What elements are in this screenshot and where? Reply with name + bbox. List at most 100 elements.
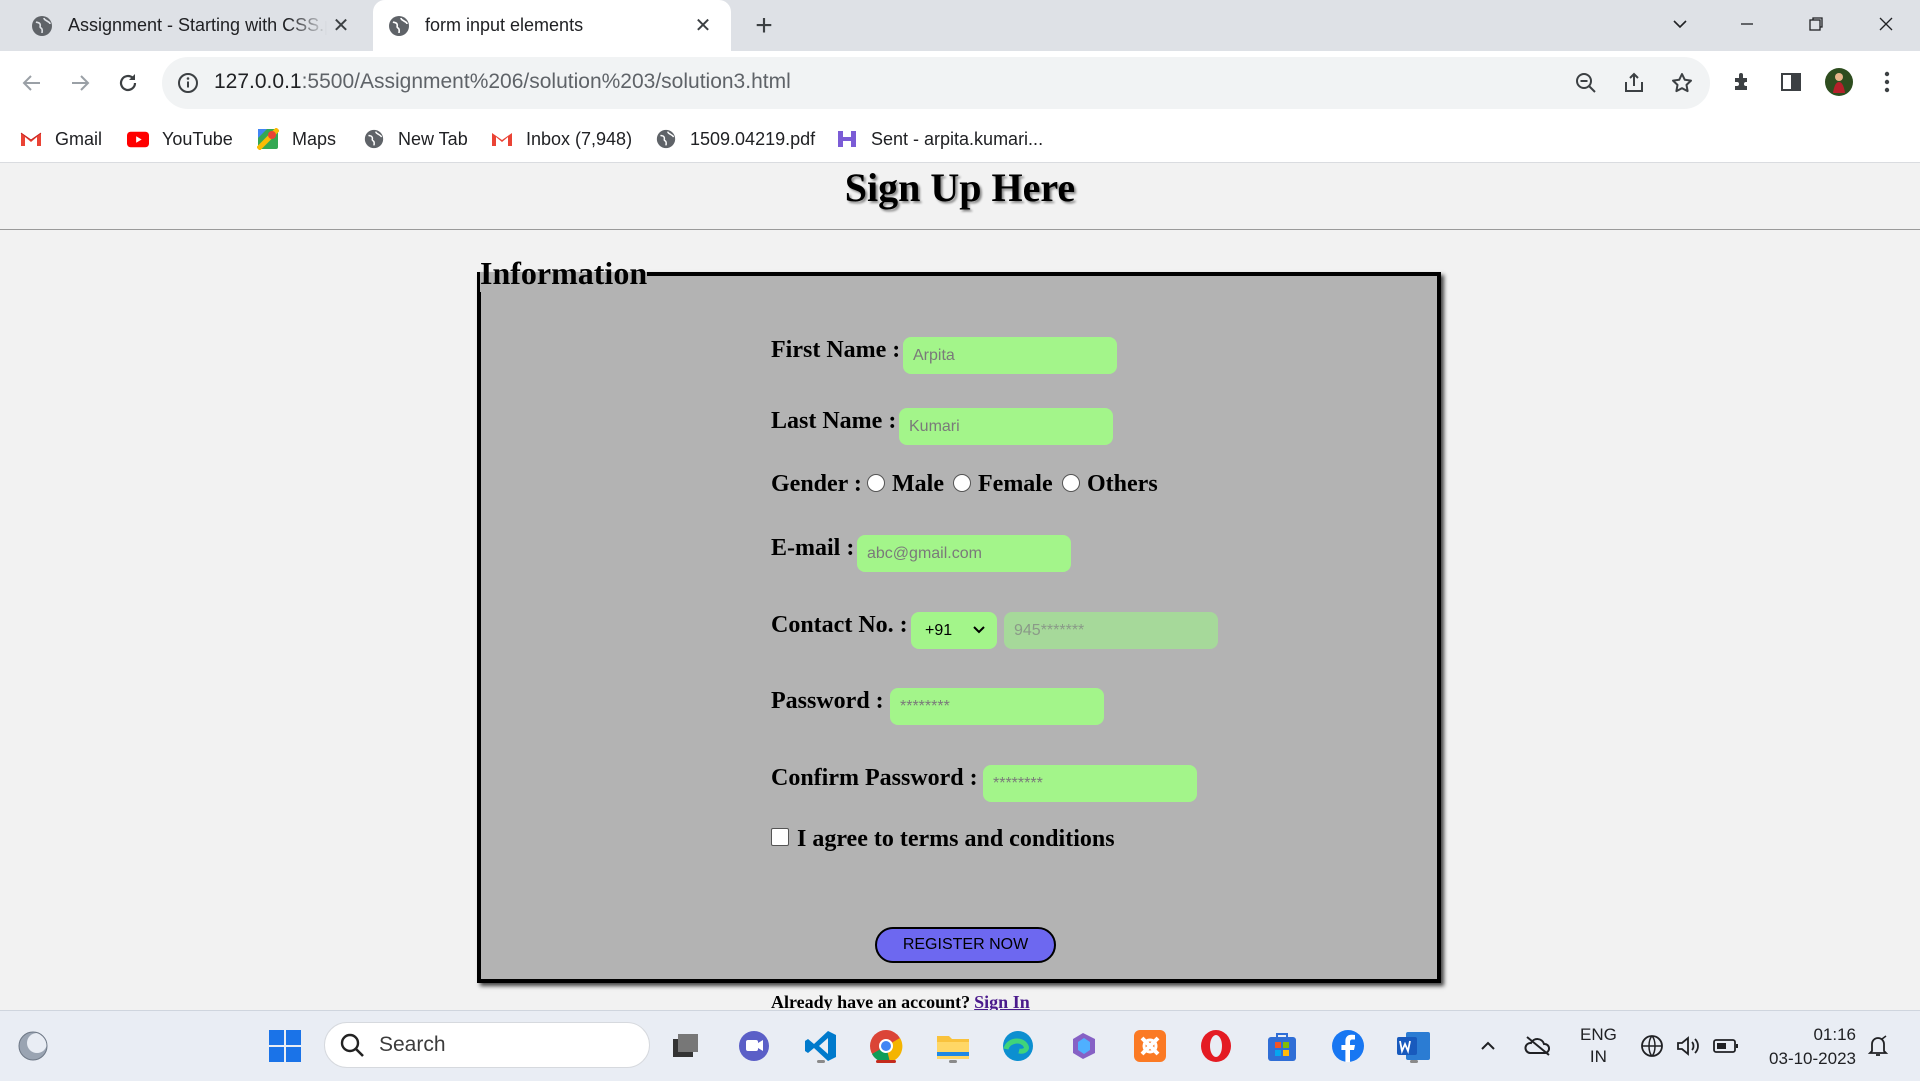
confirm-password-label: Confirm Password : [771, 765, 978, 791]
fieldset-legend: Information [480, 255, 648, 291]
bookmarks-bar: Gmail YouTube Maps New Tab Inbox (7,948)… [0, 115, 1920, 163]
tab-title: Assignment - Starting with CSS.p [68, 15, 327, 35]
terms-checkbox[interactable] [771, 828, 789, 846]
more-menu-icon[interactable] [1872, 67, 1902, 97]
notifications-icon[interactable] [1866, 1011, 1890, 1081]
bookmark-youtube[interactable]: YouTube [127, 125, 233, 153]
vscode-icon[interactable] [800, 1025, 842, 1067]
close-window-button[interactable] [1866, 8, 1906, 40]
bookmark-maps[interactable]: Maps [257, 125, 336, 153]
volume-icon[interactable] [1675, 1011, 1701, 1081]
xampp-icon[interactable] [1129, 1025, 1171, 1067]
start-button[interactable] [264, 1025, 306, 1067]
register-button[interactable]: REGISTER NOW [875, 927, 1056, 963]
teams-chat-icon[interactable] [733, 1025, 775, 1067]
back-arrow-icon [22, 75, 40, 91]
gender-others-label: Others [1087, 471, 1158, 497]
forward-button[interactable] [62, 65, 98, 101]
gender-female-radio[interactable] [953, 474, 971, 492]
bookmark-inbox[interactable]: Inbox (7,948) [491, 125, 632, 153]
mail-app-icon [836, 128, 858, 150]
gender-others-radio[interactable] [1062, 474, 1080, 492]
share-icon[interactable] [1619, 68, 1649, 98]
contact-label: Contact No. : [771, 612, 908, 638]
tab-assignment[interactable]: Assignment - Starting with CSS.p ✕ [16, 0, 369, 51]
language-indicator[interactable]: ENG IN [1580, 1011, 1617, 1081]
last-name-input[interactable]: Kumari [899, 408, 1113, 445]
reload-button[interactable] [110, 65, 146, 101]
tab-form-input-elements[interactable]: form input elements ✕ [373, 0, 731, 51]
search-icon [340, 1033, 364, 1057]
information-fieldset: Information First Name : Arpita Last Nam… [477, 255, 1441, 1010]
url-text: 127.0.0.1:5500/Assignment%206/solution%2… [214, 70, 791, 93]
reload-icon [119, 74, 137, 92]
globe-icon [389, 15, 409, 36]
minimize-button[interactable] [1727, 8, 1767, 40]
search-label: Search [379, 1033, 446, 1056]
zoom-out-icon[interactable] [1571, 68, 1601, 98]
sign-in-link[interactable]: Sign In [974, 992, 1030, 1010]
system-clock[interactable]: 01:16 03-10-2023 [1760, 1023, 1856, 1071]
gender-male-radio[interactable] [867, 474, 885, 492]
onedrive-offline-icon[interactable] [1524, 1011, 1552, 1081]
extensions-icon[interactable] [1728, 67, 1758, 97]
last-name-label: Last Name : [771, 408, 897, 434]
file-explorer-icon[interactable] [932, 1025, 974, 1067]
copilot-icon[interactable] [1063, 1025, 1105, 1067]
web-page: Sign Up Here Information First Name : Ar… [0, 163, 1920, 1010]
facebook-icon[interactable] [1327, 1025, 1369, 1067]
bookmark-gmail[interactable]: Gmail [20, 125, 102, 153]
terms-label: I agree to terms and conditions [797, 826, 1115, 852]
site-info-icon[interactable] [176, 71, 200, 95]
bookmark-new-tab[interactable]: New Tab [363, 125, 468, 153]
password-input[interactable]: ******** [890, 688, 1104, 725]
globe-icon [363, 128, 385, 150]
profile-avatar[interactable] [1824, 67, 1854, 97]
phone-input[interactable]: 945******* [1004, 612, 1218, 649]
bookmark-pdf[interactable]: 1509.04219.pdf [655, 125, 815, 153]
active-indicator [876, 1060, 896, 1063]
maps-icon [257, 128, 279, 150]
windows-logo-icon [269, 1030, 301, 1062]
address-bar[interactable]: 127.0.0.1:5500/Assignment%206/solution%2… [162, 57, 1710, 109]
tab-search-icon[interactable] [1660, 8, 1700, 40]
close-tab-icon[interactable]: ✕ [327, 12, 355, 40]
chrome-icon[interactable] [865, 1025, 907, 1067]
clock-time: 01:16 [1813, 1025, 1856, 1044]
edge-icon[interactable] [997, 1025, 1039, 1067]
restore-button[interactable] [1796, 8, 1836, 40]
tab-title: form input elements [425, 15, 584, 35]
clock-date: 03-10-2023 [1769, 1049, 1856, 1068]
signin-prompt: Already have an account? Sign In [771, 992, 1030, 1010]
first-name-input[interactable]: Arpita [903, 337, 1117, 374]
windows-taskbar: Search ENG IN 01:16 03-10-2023 [0, 1010, 1920, 1081]
side-panel-icon[interactable] [1776, 67, 1806, 97]
bookmark-star-icon[interactable] [1667, 68, 1697, 98]
gender-male-label: Male [892, 471, 944, 497]
widgets-icon[interactable] [12, 1025, 54, 1067]
close-tab-icon[interactable]: ✕ [689, 12, 717, 40]
email-input[interactable]: abc@gmail.com [857, 535, 1071, 572]
divider [0, 229, 1920, 230]
browser-toolbar: 127.0.0.1:5500/Assignment%206/solution%2… [0, 51, 1920, 115]
email-label: E-mail : [771, 535, 855, 561]
country-code-select[interactable]: +91 [911, 612, 997, 649]
confirm-password-input[interactable]: ******** [983, 765, 1197, 802]
battery-icon[interactable] [1712, 1011, 1740, 1081]
country-code-value: +91 [925, 621, 953, 639]
network-icon[interactable] [1640, 1011, 1664, 1081]
page-title: Sign Up Here [844, 165, 1076, 210]
word-icon[interactable] [1393, 1025, 1435, 1067]
opera-icon[interactable] [1195, 1025, 1237, 1067]
microsoft-store-icon[interactable] [1261, 1025, 1303, 1067]
task-view-icon[interactable] [664, 1025, 706, 1067]
bookmark-sent[interactable]: Sent - arpita.kumari... [836, 125, 1043, 153]
running-indicator [817, 1060, 825, 1063]
running-indicator [949, 1060, 957, 1063]
globe-icon [32, 15, 52, 36]
back-button[interactable] [14, 65, 50, 101]
new-tab-button[interactable]: + [748, 9, 780, 42]
taskbar-search[interactable]: Search [324, 1022, 650, 1068]
running-indicator [1410, 1060, 1418, 1063]
tray-overflow-icon[interactable] [1478, 1011, 1498, 1081]
